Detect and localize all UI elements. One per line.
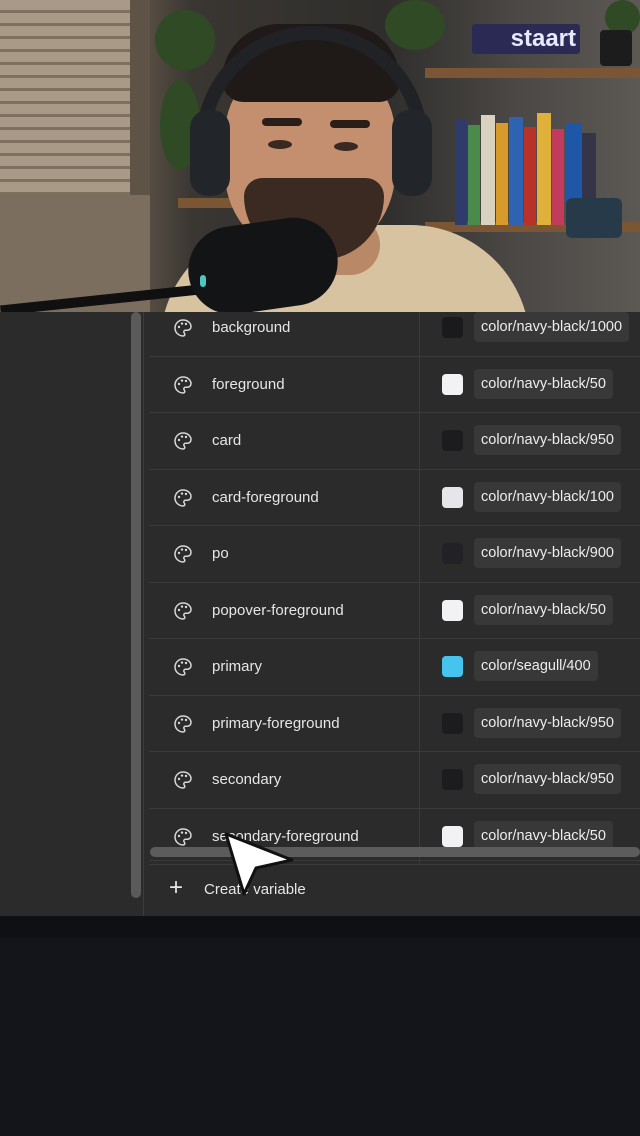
variable-value[interactable]: color/seagull/400 <box>474 651 598 681</box>
variable-name[interactable]: primary-foreground <box>212 696 340 751</box>
variable-value[interactable]: color/navy-black/50 <box>474 368 613 399</box>
palette-icon <box>173 601 193 621</box>
palette-icon <box>173 657 193 677</box>
variable-name[interactable]: card-foreground <box>212 470 319 525</box>
variable-row[interactable]: popover-foreground color/navy-black/50 <box>149 582 640 639</box>
variable-value[interactable]: color/navy-black/1000 <box>474 312 630 342</box>
variable-row[interactable]: po color/navy-black/900 <box>149 526 640 583</box>
color-swatch[interactable] <box>442 430 463 451</box>
color-swatch[interactable] <box>442 656 463 677</box>
collections-sidebar <box>0 312 128 916</box>
variable-row[interactable]: primary color/seagull/400 <box>149 639 640 696</box>
variable-name[interactable]: background <box>212 312 290 355</box>
microphone <box>182 211 344 312</box>
variable-row[interactable]: card color/navy-black/950 <box>149 413 640 470</box>
empty-bottom-area <box>0 916 640 1136</box>
palette-icon <box>173 544 193 564</box>
color-swatch[interactable] <box>442 373 463 395</box>
variable-value[interactable]: color/navy-black/950 <box>474 707 621 738</box>
variable-value[interactable]: color/navy-black/50 <box>474 594 613 625</box>
variable-name[interactable]: popover-foreground <box>212 583 344 638</box>
color-swatch[interactable] <box>442 543 463 564</box>
palette-icon <box>173 431 193 451</box>
palette-icon <box>173 770 193 790</box>
scrollbar-thumb[interactable] <box>131 312 141 898</box>
window-blinds <box>0 0 150 195</box>
palette-icon <box>173 318 193 338</box>
color-swatch[interactable] <box>442 769 463 790</box>
variable-name[interactable]: secondary <box>212 752 281 807</box>
color-swatch[interactable] <box>442 599 463 621</box>
color-swatch[interactable] <box>442 712 463 734</box>
plus-icon: + <box>169 874 184 901</box>
variable-name[interactable]: primary <box>212 639 262 694</box>
color-swatch[interactable] <box>442 317 463 338</box>
palette-icon <box>173 827 193 847</box>
vertical-scrollbar[interactable] <box>129 312 144 916</box>
variable-row[interactable]: card-foreground color/navy-black/100 <box>149 469 640 526</box>
color-swatch[interactable] <box>442 486 463 508</box>
variable-row[interactable]: primary-foreground color/navy-black/950 <box>149 695 640 752</box>
palette-icon <box>173 488 193 508</box>
variable-row[interactable]: secondary color/navy-black/950 <box>149 752 640 809</box>
mouse-cursor-icon <box>224 832 294 896</box>
variables-table: background color/navy-black/1000 foregroun… <box>149 312 640 865</box>
variable-name[interactable]: po <box>212 526 229 581</box>
brand-logo: staart <box>472 24 580 54</box>
variable-value[interactable]: color/navy-black/950 <box>474 764 621 794</box>
webcam-overlay: staart <box>0 0 640 312</box>
variable-value[interactable]: color/navy-black/100 <box>474 481 621 512</box>
variable-row[interactable]: background color/navy-black/1000 <box>149 312 640 357</box>
variable-name[interactable]: card <box>212 413 241 468</box>
variable-value[interactable]: color/navy-black/950 <box>474 425 621 455</box>
variable-value[interactable]: color/navy-black/50 <box>474 820 613 851</box>
palette-icon <box>173 375 193 395</box>
variable-value[interactable]: color/navy-black/900 <box>474 538 621 568</box>
palette-icon <box>173 714 193 734</box>
variable-name[interactable]: foreground <box>212 357 285 412</box>
color-swatch[interactable] <box>442 825 463 847</box>
variable-row[interactable]: foreground color/navy-black/50 <box>149 356 640 413</box>
variables-panel: background color/navy-black/1000 foregroun… <box>0 312 640 916</box>
